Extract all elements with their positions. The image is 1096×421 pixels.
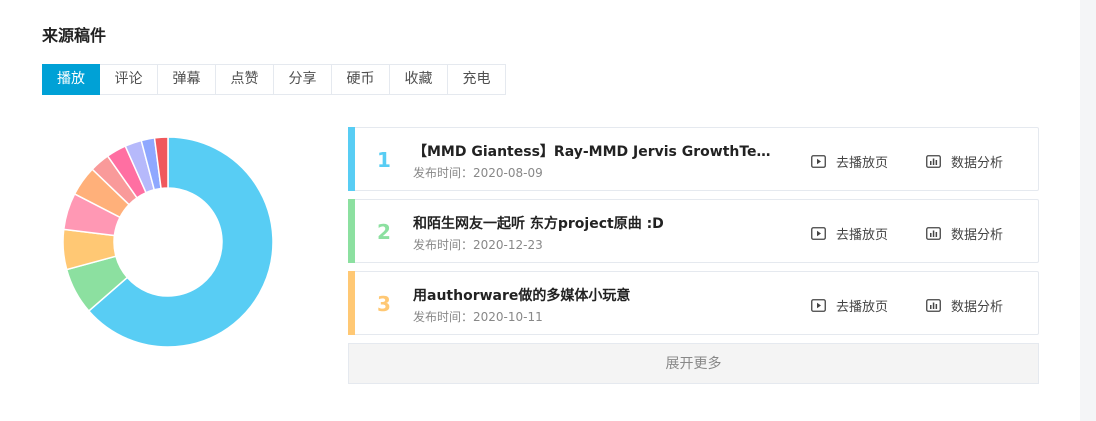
data-analysis-label: 数据分析	[951, 228, 1004, 243]
rank-color-bar	[348, 199, 355, 263]
rank-color-bar	[348, 271, 355, 335]
play-icon	[811, 299, 826, 312]
video-title: 用authorware做的多媒体小玩意	[413, 288, 631, 304]
source-donut-chart	[62, 136, 274, 348]
data-analysis-button[interactable]: 数据分析	[926, 224, 1003, 243]
tab-charge[interactable]: 充电	[448, 64, 506, 95]
go-play-label: 去播放页	[836, 156, 889, 171]
video-card: 1 【MMD Giantess】Ray-MMD Jervis GrowthTes…	[348, 127, 1039, 191]
metric-tabs: 播放 评论 弹幕 点赞 分享 硬币 收藏 充电	[42, 64, 506, 95]
tab-coin[interactable]: 硬币	[332, 64, 390, 95]
rank-number: 3	[377, 292, 391, 316]
video-list: 1 【MMD Giantess】Ray-MMD Jervis GrowthTes…	[348, 127, 1039, 384]
publish-date: 发布时间：2020-12-23	[413, 238, 543, 252]
data-analysis-label: 数据分析	[951, 300, 1004, 315]
data-analysis-button[interactable]: 数据分析	[926, 152, 1003, 171]
rank-number: 1	[377, 148, 391, 172]
bar-chart-icon	[926, 299, 941, 312]
video-card: 3 用authorware做的多媒体小玩意 发布时间：2020-10-11 去播…	[348, 271, 1039, 335]
data-analysis-label: 数据分析	[951, 156, 1004, 171]
publish-date: 发布时间：2020-10-11	[413, 310, 543, 324]
data-analysis-button[interactable]: 数据分析	[926, 296, 1003, 315]
video-title: 【MMD Giantess】Ray-MMD Jervis GrowthTest …	[413, 144, 773, 160]
tab-share[interactable]: 分享	[274, 64, 332, 95]
rank-number: 2	[377, 220, 391, 244]
bar-chart-icon	[926, 155, 941, 168]
section-title: 来源稿件	[42, 26, 107, 45]
go-play-label: 去播放页	[836, 228, 889, 243]
go-play-button[interactable]: 去播放页	[811, 224, 888, 243]
publish-date: 发布时间：2020-08-09	[413, 166, 543, 180]
tab-danmaku[interactable]: 弹幕	[158, 64, 216, 95]
tab-favorite[interactable]: 收藏	[390, 64, 448, 95]
play-icon	[811, 227, 826, 240]
go-play-button[interactable]: 去播放页	[811, 296, 888, 315]
go-play-button[interactable]: 去播放页	[811, 152, 888, 171]
tab-play[interactable]: 播放	[42, 64, 100, 95]
rank-color-bar	[348, 127, 355, 191]
video-card: 2 和陌生网友一起听 东方project原曲 :D 发布时间：2020-12-2…	[348, 199, 1039, 263]
page-side-strip	[1080, 0, 1096, 421]
play-icon	[811, 155, 826, 168]
tab-like[interactable]: 点赞	[216, 64, 274, 95]
expand-more-button[interactable]: 展开更多	[348, 343, 1039, 384]
go-play-label: 去播放页	[836, 300, 889, 315]
bar-chart-icon	[926, 227, 941, 240]
video-title: 和陌生网友一起听 东方project原曲 :D	[413, 216, 664, 232]
tab-comment[interactable]: 评论	[100, 64, 158, 95]
